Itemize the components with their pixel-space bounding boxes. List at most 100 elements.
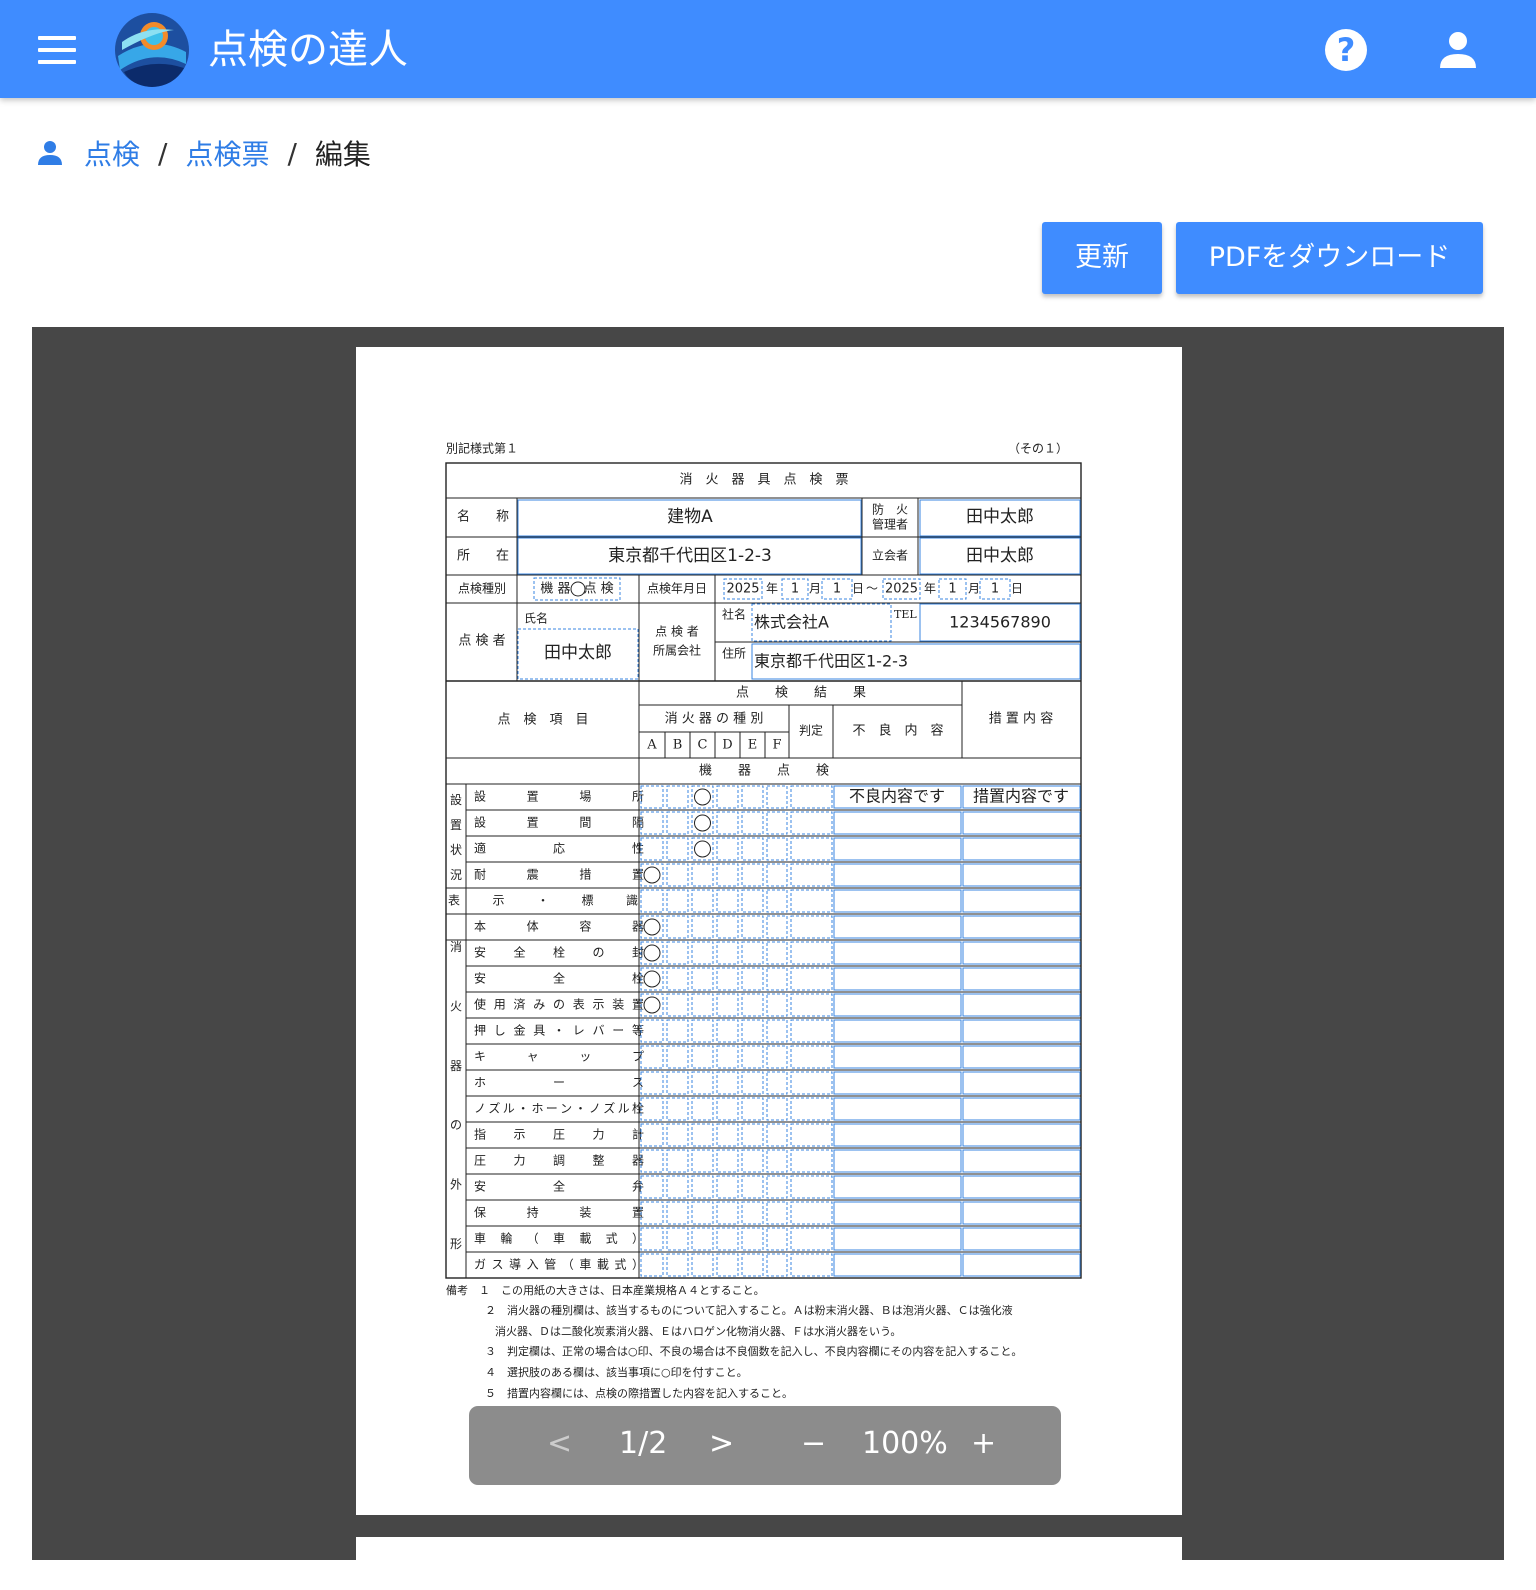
help-icon[interactable]: ? xyxy=(1325,29,1367,71)
label-inspector-name: 氏名 xyxy=(524,611,548,626)
kind-label: A xyxy=(646,738,657,753)
breadcrumb-inspection[interactable]: 点検 xyxy=(84,133,140,173)
kind-cell xyxy=(741,889,764,913)
row-label: ズ xyxy=(603,1101,615,1116)
row-label: み xyxy=(533,998,545,1012)
kind-cell xyxy=(766,1253,788,1277)
kind-cell xyxy=(766,811,788,835)
label-fire-manager: 防 火 xyxy=(872,502,908,517)
zoom-in-button[interactable]: + xyxy=(971,1424,996,1464)
label-inspection-date: 点検年月日 xyxy=(647,582,707,596)
row-label: 栓 xyxy=(632,1101,644,1116)
kind-cell xyxy=(766,1071,788,1095)
kind-label: F xyxy=(772,738,781,753)
row-label: 調 xyxy=(553,1154,565,1168)
kind-cell xyxy=(741,1097,764,1121)
kind-cell xyxy=(666,1071,689,1095)
label-location: 所 在 xyxy=(457,549,509,564)
judge-cell xyxy=(790,1149,833,1173)
defect-cell xyxy=(833,1253,962,1277)
kind-cell xyxy=(691,863,714,887)
kind-cell xyxy=(766,1201,788,1225)
action-cell xyxy=(962,1019,1081,1043)
label-inspection-type: 点検種別 xyxy=(458,582,506,596)
judge-cell xyxy=(790,1045,833,1069)
defect-cell xyxy=(833,1045,962,1069)
result-mark xyxy=(694,788,711,806)
kind-cell xyxy=(666,1227,689,1251)
judge-cell xyxy=(790,1175,833,1199)
kind-cell xyxy=(691,1071,714,1095)
row-label: 力 xyxy=(513,1154,525,1168)
kind-cell xyxy=(640,1019,664,1043)
kind-cell xyxy=(766,967,788,991)
breadcrumb-inspection-sheet[interactable]: 点検票 xyxy=(185,133,269,173)
group-exterior: 器 xyxy=(450,1059,462,1073)
judge-cell xyxy=(790,1227,833,1251)
row-label: 輪 xyxy=(500,1231,512,1246)
kind-cell xyxy=(691,1201,714,1225)
action-cell xyxy=(962,941,1081,965)
form-part: （その１） xyxy=(1008,442,1068,456)
kind-cell xyxy=(716,889,739,913)
action-cell xyxy=(962,1097,1081,1121)
download-pdf-button[interactable]: PDFをダウンロード xyxy=(1176,222,1483,294)
pdf-controls: < 1/2 > − 100% + xyxy=(469,1406,1061,1485)
row-label: 全 xyxy=(553,1179,565,1194)
row-label: 性 xyxy=(632,842,644,856)
row-label: ノ xyxy=(589,1102,601,1116)
group-exterior: 火 xyxy=(450,1000,462,1014)
kind-cell xyxy=(716,1149,739,1173)
kind-cell xyxy=(666,993,689,1017)
row-label: 示 xyxy=(592,998,604,1012)
prev-page-button[interactable]: < xyxy=(547,1424,572,1464)
menu-icon[interactable] xyxy=(38,36,76,64)
label-witness: 立会者 xyxy=(872,548,908,563)
kind-cell xyxy=(640,837,664,861)
row-label: 震 xyxy=(527,868,539,882)
defect-cell xyxy=(833,1201,962,1225)
row-label: ） xyxy=(632,1258,644,1272)
kind-cell xyxy=(640,785,664,809)
kind-cell xyxy=(691,1175,714,1199)
kind-cell xyxy=(691,1097,714,1121)
header-result: 点 検 結 果 xyxy=(736,686,866,701)
header-defect: 不 良 内 容 xyxy=(852,723,943,739)
kind-label: D xyxy=(722,738,732,753)
defect-cell xyxy=(833,889,962,913)
kind-cell xyxy=(766,1045,788,1069)
next-page-button[interactable]: > xyxy=(709,1424,734,1464)
defect-cell xyxy=(833,1227,962,1251)
row-label: 器 xyxy=(632,1154,644,1168)
update-button[interactable]: 更新 xyxy=(1042,222,1162,294)
judge-cell xyxy=(790,1201,833,1225)
header-action: 措 置 内 容 xyxy=(989,711,1053,727)
form-note: ５ 措置内容欄には、点検の際措置した内容を記入すること。 xyxy=(485,1386,793,1400)
label-company-address: 住所 xyxy=(722,647,746,661)
kind-cell xyxy=(741,837,764,861)
pdf-page: 別記様式第１ （その１） 消 火 器 具 点 検 票名 称所 在 建物A 東京都千代田区… xyxy=(356,347,1182,1515)
judge-cell xyxy=(790,993,833,1017)
group-setting: 況 xyxy=(450,867,462,882)
date-value: 2025 xyxy=(726,582,759,597)
row-label: 整 xyxy=(592,1153,604,1168)
zoom-out-button[interactable]: − xyxy=(801,1424,826,1464)
account-icon[interactable] xyxy=(1438,30,1478,70)
action-cell xyxy=(962,1071,1081,1095)
kind-cell xyxy=(666,941,689,965)
kind-cell xyxy=(666,863,689,887)
inspector-name-value: 田中太郎 xyxy=(544,643,612,663)
inspection-sheet: 別記様式第１ （その１） 消 火 器 具 点 検 票名 称所 在 建物A 東京都千代田区… xyxy=(445,441,1082,1400)
kind-cell xyxy=(741,1045,764,1069)
date-value: 2025 xyxy=(885,582,918,597)
kind-cell xyxy=(691,889,714,913)
row-label: の xyxy=(553,998,565,1012)
breadcrumb: 点検 / 点検票 / 編集 xyxy=(36,135,371,171)
result-mark xyxy=(694,814,711,832)
pdf-viewer[interactable]: 別記様式第１ （その１） 消 火 器 具 点 検 票名 称所 在 建物A 東京都千代田区… xyxy=(32,327,1504,1560)
row-label: 圧 xyxy=(474,1154,486,1168)
app-title: 点検の達人 xyxy=(208,27,408,73)
kind-cell xyxy=(716,837,739,861)
kind-cell xyxy=(716,1045,739,1069)
action-value: 措置内容です xyxy=(973,787,1069,806)
